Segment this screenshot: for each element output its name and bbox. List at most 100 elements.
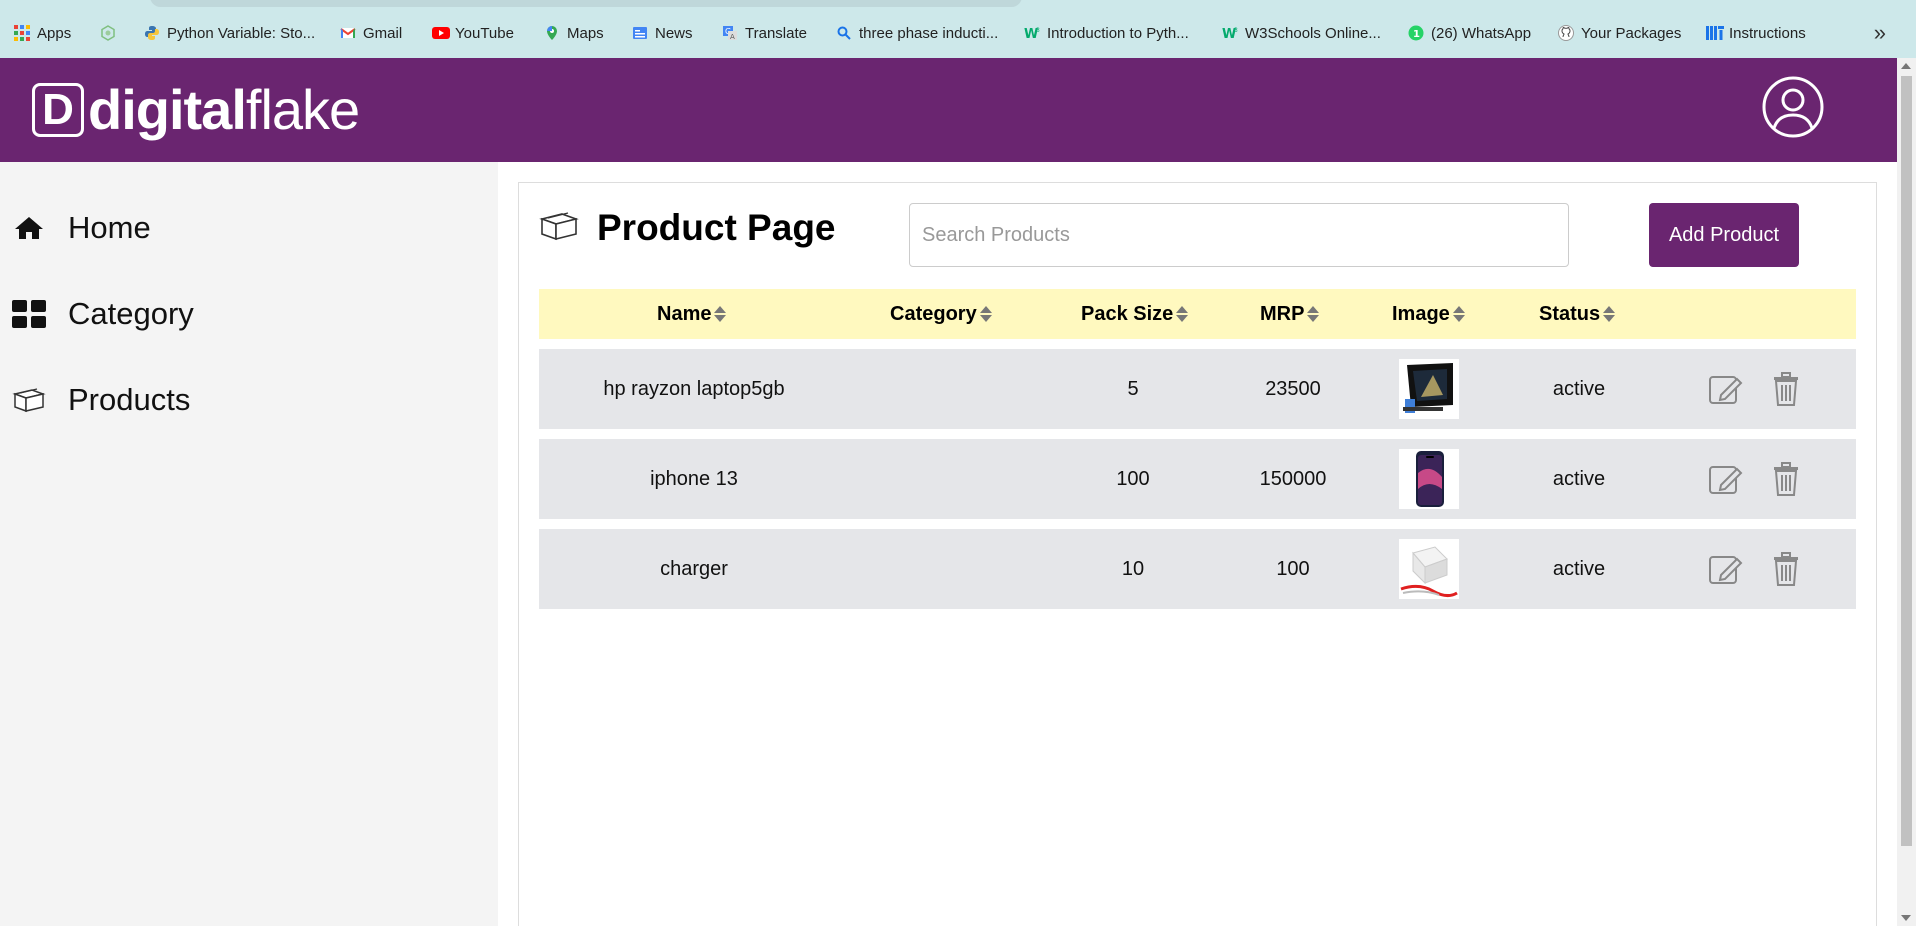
maps-icon — [544, 25, 560, 41]
svg-text:3: 3 — [1036, 27, 1040, 34]
column-header-image[interactable]: Image — [1392, 289, 1465, 339]
sidebar: Home Category Products — [0, 162, 498, 926]
cell-image — [1389, 349, 1469, 429]
bookmark-label: YouTube — [455, 24, 514, 42]
bookmark-news[interactable]: News — [632, 22, 693, 44]
bookmark-label: Introduction to Pyth... — [1047, 24, 1189, 42]
bookmark-python[interactable]: Python Variable: Sto... — [144, 22, 315, 44]
bookmark-label: Python Variable: Sto... — [167, 24, 316, 42]
column-header-label: MRP — [1260, 302, 1305, 325]
sidebar-item-label: Home — [68, 210, 151, 245]
sort-arrows-icon — [1452, 306, 1465, 322]
bookmark-search-query[interactable]: three phase inducti... — [836, 22, 998, 44]
sidebar-item-category[interactable]: Category — [12, 296, 194, 332]
table-row: iphone 13 100 150000 active — [539, 439, 1856, 519]
bookmark-label: Your Packages — [1581, 24, 1682, 42]
product-panel: Product Page Add Product Name Category P… — [518, 182, 1877, 926]
cell-mrp: 100 — [1276, 557, 1310, 580]
sort-arrows-icon — [1603, 306, 1616, 322]
bookmark-intro-python[interactable]: W3 Introduction to Pyth... — [1024, 22, 1189, 44]
sidebar-item-products[interactable]: Products — [12, 382, 190, 418]
delete-icon[interactable] — [1770, 461, 1806, 499]
sort-arrows-icon — [714, 306, 727, 322]
edit-icon[interactable] — [1707, 461, 1743, 499]
delete-icon[interactable] — [1770, 371, 1806, 409]
svg-text:A: A — [730, 33, 735, 41]
cell-mrp: 23500 — [1265, 377, 1321, 400]
table-header: Name Category Pack Size MRP Image Status — [539, 289, 1856, 339]
youtube-icon — [432, 25, 450, 41]
sort-arrows-icon — [979, 306, 992, 322]
bookmark-label: W3Schools Online... — [1245, 24, 1381, 42]
page-scrollbar[interactable] — [1897, 58, 1916, 926]
bookmark-label: News — [655, 24, 693, 42]
apps-grid-icon — [14, 25, 30, 41]
edit-icon[interactable] — [1707, 551, 1743, 589]
news-icon — [632, 25, 648, 41]
user-profile-icon[interactable] — [1762, 76, 1824, 138]
sidebar-item-label: Category — [68, 296, 194, 331]
cell-name: charger — [660, 557, 728, 580]
edit-icon[interactable] — [1707, 371, 1743, 409]
scroll-up-arrow-icon[interactable] — [1901, 63, 1911, 69]
column-header-category[interactable]: Category — [890, 289, 992, 339]
bookmark-w3schools[interactable]: W3 W3Schools Online... — [1222, 22, 1381, 44]
cell-pack-size: 5 — [1127, 377, 1139, 400]
column-header-mrp[interactable]: MRP — [1260, 289, 1320, 339]
column-header-status[interactable]: Status — [1539, 289, 1616, 339]
bookmark-whatsapp[interactable]: 1 (26) WhatsApp — [1408, 22, 1531, 44]
cell-image — [1389, 529, 1469, 609]
cell-category — [869, 439, 1029, 519]
bookmark-apps[interactable]: Apps — [14, 22, 71, 44]
github-icon — [1558, 25, 1574, 41]
bookmarks-overflow-button[interactable]: » — [1874, 20, 1886, 46]
bookmark-extension[interactable] — [100, 22, 123, 44]
w3-icon: W3 — [1024, 25, 1040, 42]
w3-icon: W3 — [1222, 25, 1238, 42]
cell-mrp: 150000 — [1259, 467, 1327, 490]
logo-text-bold: digital — [88, 78, 247, 141]
delete-icon[interactable] — [1770, 551, 1806, 589]
address-bar-edge — [150, 0, 1022, 7]
logo-text-light: flake — [245, 78, 360, 141]
column-header-label: Image — [1392, 302, 1450, 325]
add-product-button[interactable]: Add Product — [1649, 203, 1799, 267]
column-header-pack-size[interactable]: Pack Size — [1081, 289, 1189, 339]
cell-status: active — [1552, 467, 1606, 490]
bookmark-label: (26) WhatsApp — [1431, 24, 1532, 42]
charger-image — [1399, 539, 1459, 599]
cell-image — [1389, 439, 1469, 519]
bookmark-instructions[interactable]: Instructions — [1706, 22, 1806, 44]
bookmark-youtube[interactable]: YouTube — [432, 22, 514, 44]
page-heading: Product Page — [539, 207, 836, 249]
bookmark-gmail[interactable]: Gmail — [340, 22, 402, 44]
bookmark-maps[interactable]: Maps — [544, 22, 604, 44]
gmail-icon — [340, 25, 356, 41]
brand-logo[interactable]: D digitalflake — [32, 78, 360, 141]
mit-icon — [1706, 25, 1724, 41]
scroll-down-arrow-icon[interactable] — [1901, 915, 1911, 921]
bookmark-label: Maps — [567, 24, 604, 42]
sidebar-item-home[interactable]: Home — [12, 210, 151, 246]
bookmark-label: three phase inducti... — [859, 24, 999, 42]
bookmark-label: Translate — [745, 24, 807, 42]
column-header-label: Pack Size — [1081, 302, 1174, 325]
cell-pack-size: 10 — [1121, 557, 1145, 580]
sort-arrows-icon — [1307, 306, 1320, 322]
logo-mark: D — [32, 83, 84, 137]
app-header: D digitalflake — [0, 58, 1897, 162]
bookmark-label: Instructions — [1729, 24, 1806, 42]
scroll-thumb[interactable] — [1901, 76, 1912, 846]
bookmark-packages[interactable]: Your Packages — [1558, 22, 1681, 44]
search-icon — [836, 25, 852, 41]
table-row: hp rayzon laptop5gb 5 23500 active — [539, 349, 1856, 429]
phone-image — [1399, 449, 1459, 509]
python-icon — [144, 25, 160, 41]
column-header-name[interactable]: Name — [657, 289, 727, 339]
bookmark-translate[interactable]: GA Translate — [722, 22, 807, 44]
search-input[interactable] — [909, 203, 1569, 267]
cell-status: active — [1552, 377, 1606, 400]
translate-icon: GA — [722, 25, 738, 41]
home-icon — [12, 213, 46, 243]
svg-text:1: 1 — [1413, 29, 1420, 40]
